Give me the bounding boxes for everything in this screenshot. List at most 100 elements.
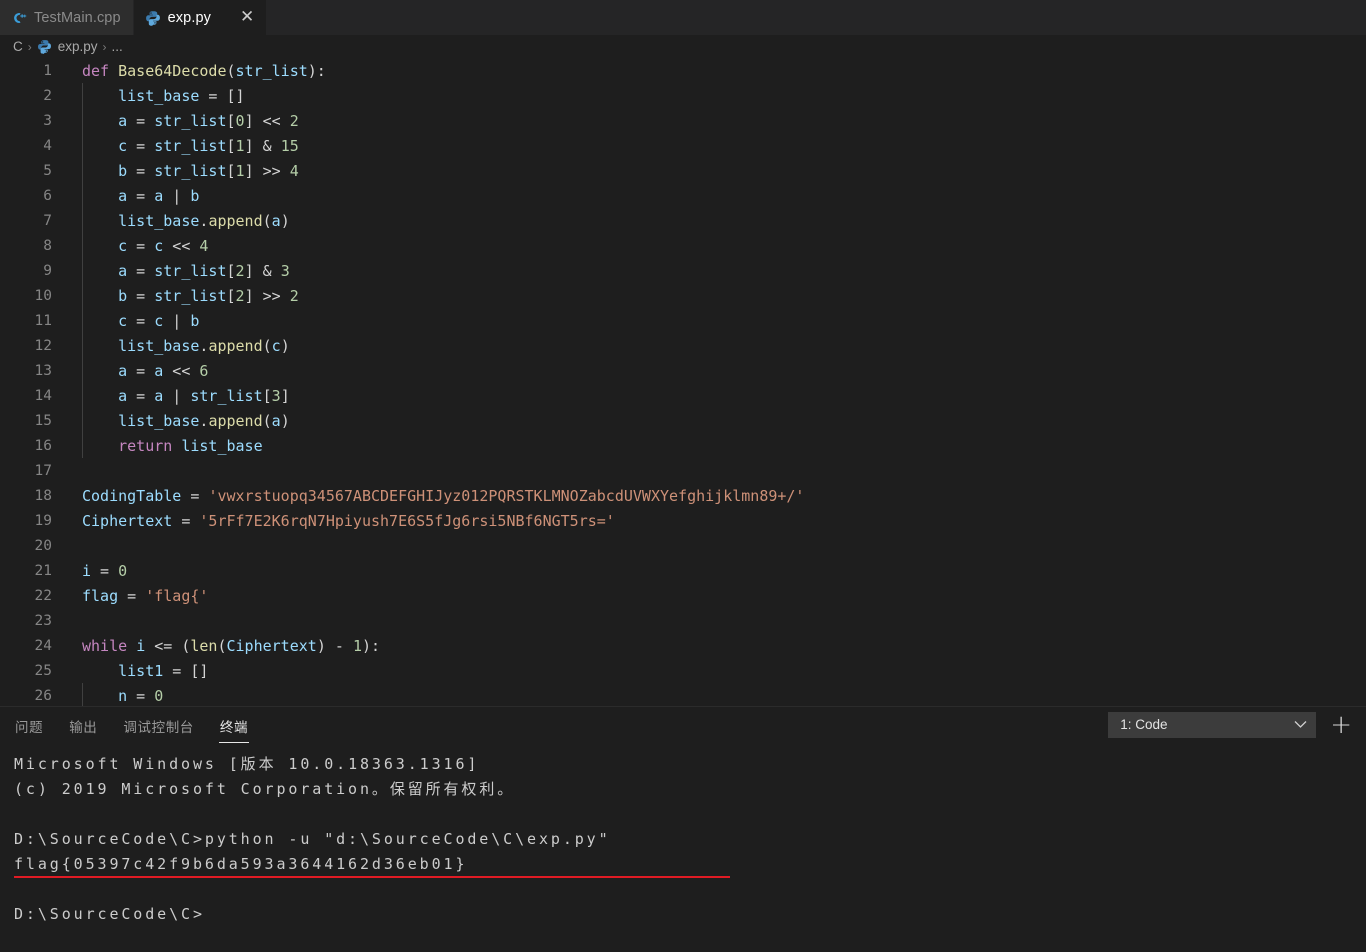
terminal-line: D:\SourceCode\C> <box>14 905 205 923</box>
code-line[interactable]: 15 list_base.append(a) <box>0 408 1366 433</box>
tab-bar-filler <box>267 0 1366 35</box>
code-text: i = 0 <box>82 561 128 580</box>
code-text: n = 0 <box>118 686 164 705</box>
chevron-down-icon <box>1294 718 1307 732</box>
code-text: c = c << 4 <box>118 236 209 255</box>
line-number: 22 <box>34 587 52 604</box>
line-number: 10 <box>34 287 52 304</box>
code-line[interactable]: 14 a = a | str_list[3] <box>0 383 1366 408</box>
line-number: 1 <box>43 62 52 79</box>
code-line[interactable]: 4 c = str_list[1] & 15 <box>0 133 1366 158</box>
code-line[interactable]: 17 <box>0 458 1366 483</box>
code-text: c = c | b <box>118 311 200 330</box>
terminal-selector-value: 1: Code <box>1120 717 1168 732</box>
line-number: 21 <box>34 562 52 579</box>
line-number: 25 <box>34 662 52 679</box>
python-file-icon <box>145 10 161 26</box>
code-text: list_base.append(c) <box>118 336 290 355</box>
code-text: c = str_list[1] & 15 <box>118 136 299 155</box>
breadcrumb-tail[interactable]: ... <box>112 39 123 54</box>
code-text: def Base64Decode(str_list): <box>82 61 326 80</box>
code-line[interactable]: 9 a = str_list[2] & 3 <box>0 258 1366 283</box>
line-number: 24 <box>34 637 52 654</box>
line-number: 26 <box>34 687 52 704</box>
terminal-line: (c) 2019 Microsoft Corporation。保留所有权利。 <box>14 780 516 798</box>
line-number: 5 <box>43 162 52 179</box>
line-number: 17 <box>34 462 52 479</box>
code-line[interactable]: 7 list_base.append(a) <box>0 208 1366 233</box>
code-text: a = str_list[2] & 3 <box>118 261 290 280</box>
code-text: flag = 'flag{' <box>82 586 209 605</box>
code-line[interactable]: 21 i = 0 <box>0 558 1366 583</box>
code-line[interactable]: 26 n = 0 <box>0 683 1366 706</box>
code-line[interactable]: 20 <box>0 533 1366 558</box>
code-line[interactable]: 5 b = str_list[1] >> 4 <box>0 158 1366 183</box>
terminal-selector-dropdown[interactable]: 1: Code <box>1108 711 1317 738</box>
python-file-icon <box>37 39 53 55</box>
code-line[interactable]: 24 while i <= (len(Ciphertext) - 1): <box>0 633 1366 658</box>
editor-tab-bar: TestMain.cpp exp.py ✕ <box>0 0 1366 35</box>
code-text: Ciphertext = '5rFf7E2K6rqN7Hpiyush7E6S5f… <box>82 511 615 530</box>
tab-label: exp.py <box>167 9 211 26</box>
line-number: 3 <box>43 112 52 129</box>
code-text: list_base = [] <box>118 86 245 105</box>
indent-guide <box>82 683 83 706</box>
code-line[interactable]: 25 list1 = [] <box>0 658 1366 683</box>
line-number: 14 <box>34 387 52 404</box>
panel-tab-terminal[interactable]: 终端 <box>218 709 250 743</box>
code-text: return list_base <box>118 436 263 455</box>
terminal-output[interactable]: Microsoft Windows [版本 10.0.18363.1316] (c… <box>0 742 1366 952</box>
code-line[interactable]: 19 Ciphertext = '5rFf7E2K6rqN7Hpiyush7E6S… <box>0 508 1366 533</box>
line-number: 11 <box>34 312 52 329</box>
code-line[interactable]: 1 def Base64Decode(str_list): <box>0 58 1366 83</box>
line-number: 2 <box>43 87 52 104</box>
code-text: b = str_list[2] >> 2 <box>118 286 299 305</box>
line-number: 19 <box>34 512 52 529</box>
line-number: 4 <box>43 137 52 154</box>
breadcrumb-root[interactable]: C <box>13 39 23 54</box>
code-editor[interactable]: 1 def Base64Decode(str_list): 2 list_base … <box>0 58 1366 706</box>
code-line[interactable]: 6 a = a | b <box>0 183 1366 208</box>
line-number: 23 <box>34 612 52 629</box>
code-text: a = a | b <box>118 186 200 205</box>
line-number: 15 <box>34 412 52 429</box>
panel-tab-debug-console[interactable]: 调试控制台 <box>122 709 195 741</box>
panel-tab-problems[interactable]: 问题 <box>14 709 44 741</box>
code-text: list1 = [] <box>118 661 209 680</box>
code-line[interactable]: 12 list_base.append(c) <box>0 333 1366 358</box>
code-line[interactable]: 10 b = str_list[2] >> 2 <box>0 283 1366 308</box>
breadcrumb-file[interactable]: exp.py <box>58 39 98 54</box>
cpp-file-icon <box>11 10 27 26</box>
tab-exp-py[interactable]: exp.py ✕ <box>133 0 268 35</box>
close-icon[interactable]: ✕ <box>240 9 254 26</box>
bottom-panel: 问题 输出 调试控制台 终端 1: Code + Microsoft Windo… <box>0 706 1366 952</box>
line-number: 16 <box>34 437 52 454</box>
code-line[interactable]: 23 <box>0 608 1366 633</box>
code-line[interactable]: 11 c = c | b <box>0 308 1366 333</box>
panel-tab-output[interactable]: 输出 <box>68 709 98 741</box>
code-text: list_base.append(a) <box>118 211 290 230</box>
code-text: list_base.append(a) <box>118 411 290 430</box>
code-line[interactable]: 8 c = c << 4 <box>0 233 1366 258</box>
tab-testmain-cpp[interactable]: TestMain.cpp <box>0 0 134 35</box>
line-number: 20 <box>34 537 52 554</box>
code-line[interactable]: 22 flag = 'flag{' <box>0 583 1366 608</box>
new-terminal-button[interactable]: + <box>1330 712 1352 738</box>
chevron-right-icon: › <box>102 39 107 54</box>
code-line[interactable]: 3 a = str_list[0] << 2 <box>0 108 1366 133</box>
code-line[interactable]: 16 return list_base <box>0 433 1366 458</box>
line-number: 6 <box>43 187 52 204</box>
code-line[interactable]: 2 list_base = [] <box>0 83 1366 108</box>
terminal-line: Microsoft Windows [版本 10.0.18363.1316] <box>14 755 480 773</box>
terminal-line: D:\SourceCode\C>python -u "d:\SourceCode… <box>14 830 611 848</box>
code-line[interactable]: 13 a = a << 6 <box>0 358 1366 383</box>
line-number: 9 <box>43 262 52 279</box>
indent-guide <box>82 83 83 458</box>
panel-tab-bar: 问题 输出 调试控制台 终端 1: Code + <box>0 707 1366 743</box>
tab-label: TestMain.cpp <box>34 9 121 26</box>
panel-actions: 1: Code + <box>1108 711 1366 738</box>
code-text: while i <= (len(Ciphertext) - 1): <box>82 636 381 655</box>
code-line[interactable]: 18 CodingTable = 'vwxrstuopq34567ABCDEFGH… <box>0 483 1366 508</box>
